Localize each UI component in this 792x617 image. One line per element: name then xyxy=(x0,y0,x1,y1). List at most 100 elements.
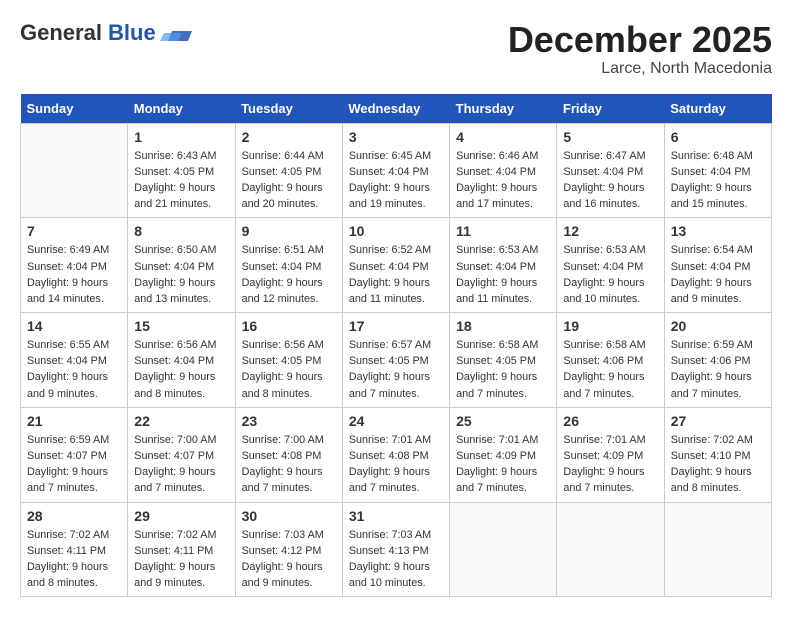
day-number: 10 xyxy=(349,223,443,239)
day-info: Sunrise: 7:01 AM Sunset: 4:08 PM Dayligh… xyxy=(349,432,443,497)
day-number: 5 xyxy=(563,129,657,145)
day-info: Sunrise: 7:00 AM Sunset: 4:08 PM Dayligh… xyxy=(242,432,336,497)
day-info: Sunrise: 6:49 AM Sunset: 4:04 PM Dayligh… xyxy=(27,242,121,307)
calendar-cell: 8 Sunrise: 6:50 AM Sunset: 4:04 PM Daylig… xyxy=(128,218,235,313)
day-number: 11 xyxy=(456,223,550,239)
calendar-cell: 28Sunrise: 7:02 AM Sunset: 4:11 PM Dayli… xyxy=(21,502,128,597)
calendar-cell: 23Sunrise: 7:00 AM Sunset: 4:08 PM Dayli… xyxy=(235,407,342,502)
calendar-cell: 1 Sunrise: 6:43 AM Sunset: 4:05 PM Daylig… xyxy=(128,123,235,218)
day-number: 19 xyxy=(563,318,657,334)
day-info: Sunrise: 6:56 AM Sunset: 4:04 PM Dayligh… xyxy=(134,337,228,402)
day-info: Sunrise: 6:59 AM Sunset: 4:07 PM Dayligh… xyxy=(27,432,121,497)
day-number: 18 xyxy=(456,318,550,334)
day-info: Sunrise: 7:02 AM Sunset: 4:11 PM Dayligh… xyxy=(134,527,228,592)
day-info: Sunrise: 6:53 AM Sunset: 4:04 PM Dayligh… xyxy=(563,242,657,307)
day-info: Sunrise: 6:52 AM Sunset: 4:04 PM Dayligh… xyxy=(349,242,443,307)
day-info: Sunrise: 6:56 AM Sunset: 4:05 PM Dayligh… xyxy=(242,337,336,402)
day-number: 22 xyxy=(134,413,228,429)
day-info: Sunrise: 6:43 AM Sunset: 4:05 PM Dayligh… xyxy=(134,148,228,213)
calendar-cell: 27Sunrise: 7:02 AM Sunset: 4:10 PM Dayli… xyxy=(664,407,771,502)
logo-text: General Blue xyxy=(20,20,156,46)
day-number: 15 xyxy=(134,318,228,334)
week-row-3: 14Sunrise: 6:55 AM Sunset: 4:04 PM Dayli… xyxy=(21,313,772,408)
day-info: Sunrise: 6:57 AM Sunset: 4:05 PM Dayligh… xyxy=(349,337,443,402)
col-header-sunday: Sunday xyxy=(21,94,128,124)
day-number: 16 xyxy=(242,318,336,334)
calendar-cell: 11 Sunrise: 6:53 AM Sunset: 4:04 PM Dayli… xyxy=(450,218,557,313)
day-info: Sunrise: 6:53 AM Sunset: 4:04 PM Dayligh… xyxy=(456,242,550,307)
day-number: 12 xyxy=(563,223,657,239)
day-number: 9 xyxy=(242,223,336,239)
day-number: 4 xyxy=(456,129,550,145)
calendar-cell: 20 Sunrise: 6:59 AM Sunset: 4:06 PM Dayli… xyxy=(664,313,771,408)
calendar-cell: 14Sunrise: 6:55 AM Sunset: 4:04 PM Dayli… xyxy=(21,313,128,408)
calendar-cell: 15 Sunrise: 6:56 AM Sunset: 4:04 PM Dayli… xyxy=(128,313,235,408)
calendar-cell: 3Sunrise: 6:45 AM Sunset: 4:04 PM Daylig… xyxy=(342,123,449,218)
day-number: 1 xyxy=(134,129,228,145)
day-info: Sunrise: 6:48 AM Sunset: 4:04 PM Dayligh… xyxy=(671,148,765,213)
calendar-cell xyxy=(664,502,771,597)
day-info: Sunrise: 6:59 AM Sunset: 4:06 PM Dayligh… xyxy=(671,337,765,402)
day-info: Sunrise: 7:01 AM Sunset: 4:09 PM Dayligh… xyxy=(563,432,657,497)
day-info: Sunrise: 7:02 AM Sunset: 4:10 PM Dayligh… xyxy=(671,432,765,497)
week-row-5: 28 Sunrise: 7:02 AM Sunset: 4:11 PM Dayli… xyxy=(21,502,772,597)
title-area: December 2025 Larce, North Macedonia xyxy=(508,20,772,78)
day-number: 24 xyxy=(349,413,443,429)
day-info: Sunrise: 6:58 AM Sunset: 4:06 PM Dayligh… xyxy=(563,337,657,402)
col-header-friday: Friday xyxy=(557,94,664,124)
calendar-cell xyxy=(450,502,557,597)
logo-icon xyxy=(160,23,192,43)
location: Larce, North Macedonia xyxy=(508,60,772,78)
week-row-4: 21Sunrise: 6:59 AM Sunset: 4:07 PM Dayli… xyxy=(21,407,772,502)
calendar-cell: 19 Sunrise: 6:58 AM Sunset: 4:06 PM Dayli… xyxy=(557,313,664,408)
calendar-cell xyxy=(21,123,128,218)
logo-blue: Blue xyxy=(108,20,156,45)
day-info: Sunrise: 6:47 AM Sunset: 4:04 PM Dayligh… xyxy=(563,148,657,213)
day-info: Sunrise: 7:01 AM Sunset: 4:09 PM Dayligh… xyxy=(456,432,550,497)
day-number: 8 xyxy=(134,223,228,239)
calendar-table: SundayMondayTuesdayWednesdayThursdayFrid… xyxy=(20,94,772,598)
calendar-cell: 31 Sunrise: 7:03 AM Sunset: 4:13 PM Dayli… xyxy=(342,502,449,597)
header: General Blue December 2025 Larce, North … xyxy=(20,20,772,78)
calendar-cell: 30 Sunrise: 7:03 AM Sunset: 4:12 PM Dayli… xyxy=(235,502,342,597)
month-title: December 2025 xyxy=(508,20,772,60)
calendar-cell: 25Sunrise: 7:01 AM Sunset: 4:09 PM Dayli… xyxy=(450,407,557,502)
day-number: 13 xyxy=(671,223,765,239)
calendar-cell: 6 Sunrise: 6:48 AM Sunset: 4:04 PM Daylig… xyxy=(664,123,771,218)
day-info: Sunrise: 6:54 AM Sunset: 4:04 PM Dayligh… xyxy=(671,242,765,307)
calendar-cell: 24 Sunrise: 7:01 AM Sunset: 4:08 PM Dayli… xyxy=(342,407,449,502)
day-info: Sunrise: 7:03 AM Sunset: 4:12 PM Dayligh… xyxy=(242,527,336,592)
day-number: 26 xyxy=(563,413,657,429)
day-info: Sunrise: 6:50 AM Sunset: 4:04 PM Dayligh… xyxy=(134,242,228,307)
day-number: 29 xyxy=(134,508,228,524)
day-number: 31 xyxy=(349,508,443,524)
day-info: Sunrise: 6:45 AM Sunset: 4:04 PM Dayligh… xyxy=(349,148,443,213)
col-header-monday: Monday xyxy=(128,94,235,124)
calendar-cell: 21Sunrise: 6:59 AM Sunset: 4:07 PM Dayli… xyxy=(21,407,128,502)
col-header-saturday: Saturday xyxy=(664,94,771,124)
day-info: Sunrise: 6:58 AM Sunset: 4:05 PM Dayligh… xyxy=(456,337,550,402)
calendar-cell: 22 Sunrise: 7:00 AM Sunset: 4:07 PM Dayli… xyxy=(128,407,235,502)
calendar-cell: 5 Sunrise: 6:47 AM Sunset: 4:04 PM Daylig… xyxy=(557,123,664,218)
header-row: SundayMondayTuesdayWednesdayThursdayFrid… xyxy=(21,94,772,124)
col-header-wednesday: Wednesday xyxy=(342,94,449,124)
day-number: 7 xyxy=(27,223,121,239)
calendar-cell: 4 Sunrise: 6:46 AM Sunset: 4:04 PM Daylig… xyxy=(450,123,557,218)
calendar-cell xyxy=(557,502,664,597)
day-info: Sunrise: 6:46 AM Sunset: 4:04 PM Dayligh… xyxy=(456,148,550,213)
day-number: 20 xyxy=(671,318,765,334)
day-info: Sunrise: 7:03 AM Sunset: 4:13 PM Dayligh… xyxy=(349,527,443,592)
calendar-cell: 13 Sunrise: 6:54 AM Sunset: 4:04 PM Dayli… xyxy=(664,218,771,313)
day-number: 14 xyxy=(27,318,121,334)
day-info: Sunrise: 7:00 AM Sunset: 4:07 PM Dayligh… xyxy=(134,432,228,497)
calendar-cell: 7 Sunrise: 6:49 AM Sunset: 4:04 PM Daylig… xyxy=(21,218,128,313)
day-number: 30 xyxy=(242,508,336,524)
day-number: 6 xyxy=(671,129,765,145)
calendar-cell: 29 Sunrise: 7:02 AM Sunset: 4:11 PM Dayli… xyxy=(128,502,235,597)
day-info: Sunrise: 6:44 AM Sunset: 4:05 PM Dayligh… xyxy=(242,148,336,213)
day-number: 17 xyxy=(349,318,443,334)
calendar-cell: 16 Sunrise: 6:56 AM Sunset: 4:05 PM Dayli… xyxy=(235,313,342,408)
calendar-cell: 26 Sunrise: 7:01 AM Sunset: 4:09 PM Dayli… xyxy=(557,407,664,502)
calendar-cell: 2Sunrise: 6:44 AM Sunset: 4:05 PM Daylig… xyxy=(235,123,342,218)
day-number: 28 xyxy=(27,508,121,524)
